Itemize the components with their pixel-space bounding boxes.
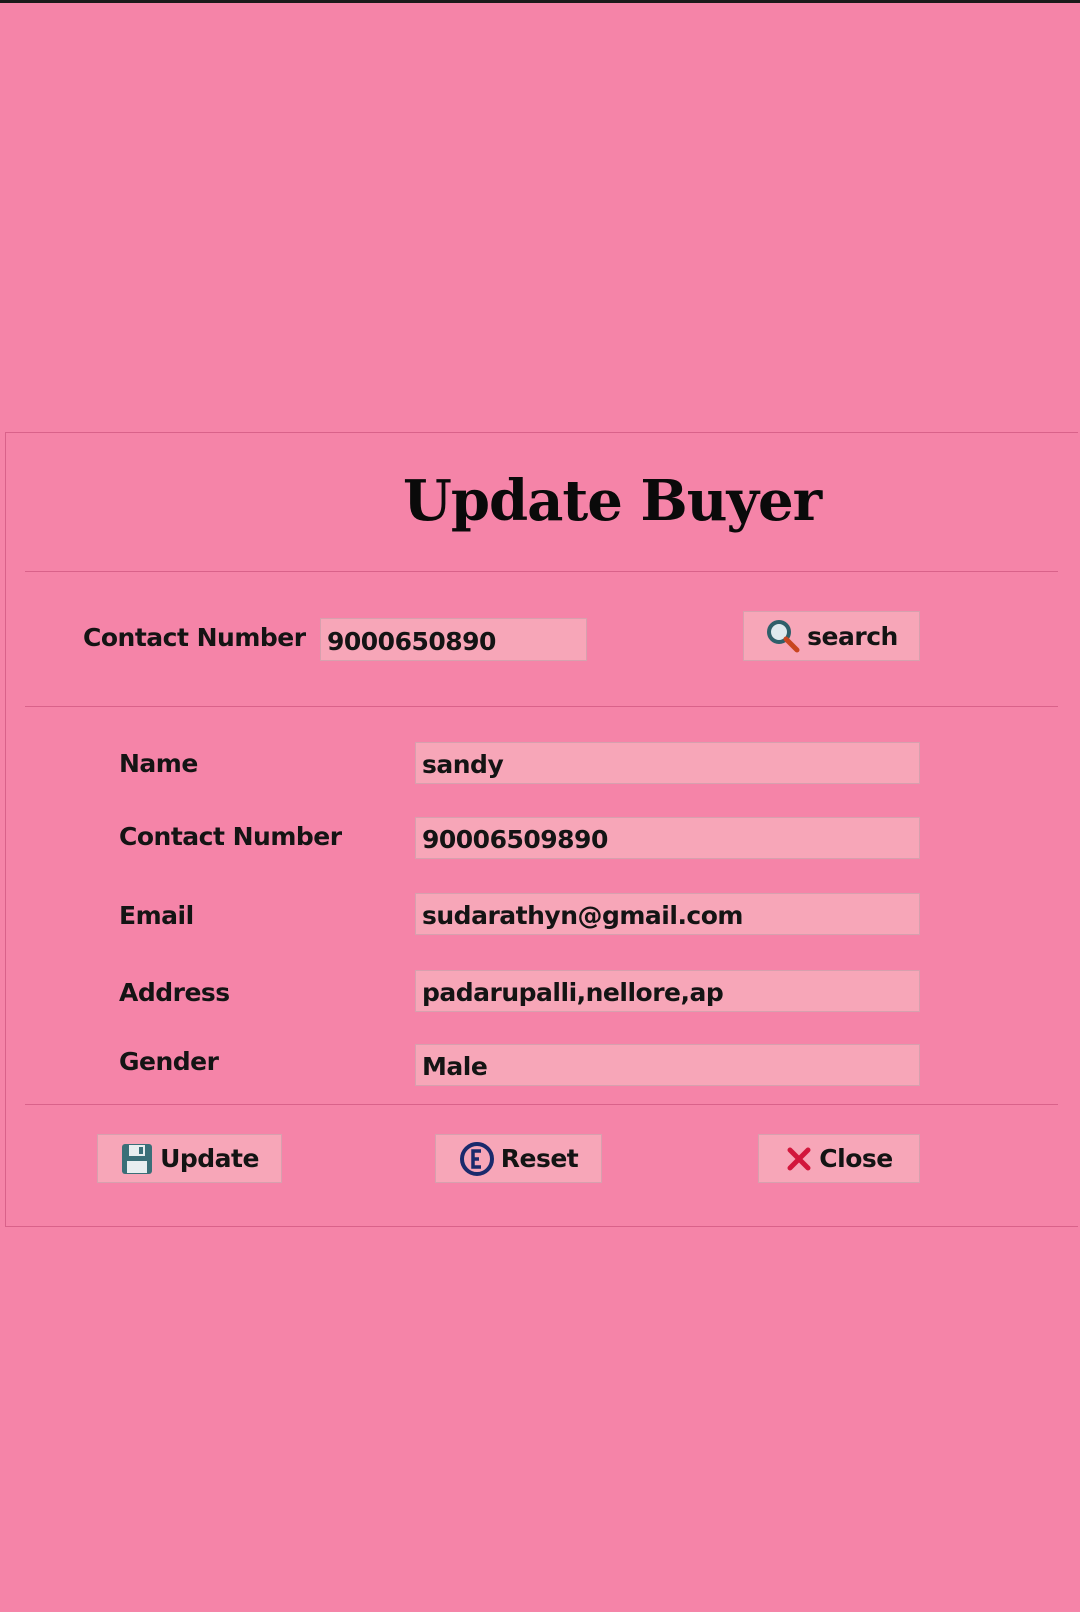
search-button-label: search	[807, 621, 898, 651]
name-label: Name	[119, 749, 198, 778]
update-button-label: Update	[160, 1144, 259, 1173]
reset-button-label: Reset	[500, 1144, 579, 1173]
contact-number-label: Contact Number	[119, 822, 342, 851]
email-label: Email	[119, 901, 194, 930]
gender-label: Gender	[119, 1047, 219, 1076]
email-input[interactable]	[415, 893, 920, 935]
gender-input[interactable]	[415, 1044, 920, 1086]
search-button[interactable]: search	[743, 611, 920, 661]
search-contact-input[interactable]	[320, 618, 587, 661]
contact-number-input[interactable]	[415, 817, 920, 859]
save-icon	[120, 1142, 154, 1176]
close-button[interactable]: Close	[758, 1134, 920, 1183]
close-icon	[785, 1145, 813, 1173]
reset-button[interactable]: Reset	[435, 1134, 602, 1183]
name-input[interactable]	[415, 742, 920, 784]
address-label: Address	[119, 978, 230, 1007]
search-divider	[25, 706, 1058, 707]
close-button-label: Close	[819, 1144, 893, 1173]
reset-icon	[459, 1141, 495, 1177]
title-divider	[25, 571, 1058, 572]
address-input[interactable]	[415, 970, 920, 1012]
window-top-border	[0, 0, 1080, 3]
search-icon	[765, 618, 801, 654]
form-divider	[25, 1104, 1058, 1105]
update-button[interactable]: Update	[97, 1134, 282, 1183]
search-contact-label: Contact Number	[83, 623, 306, 652]
page-title: Update Buyer	[403, 468, 822, 534]
